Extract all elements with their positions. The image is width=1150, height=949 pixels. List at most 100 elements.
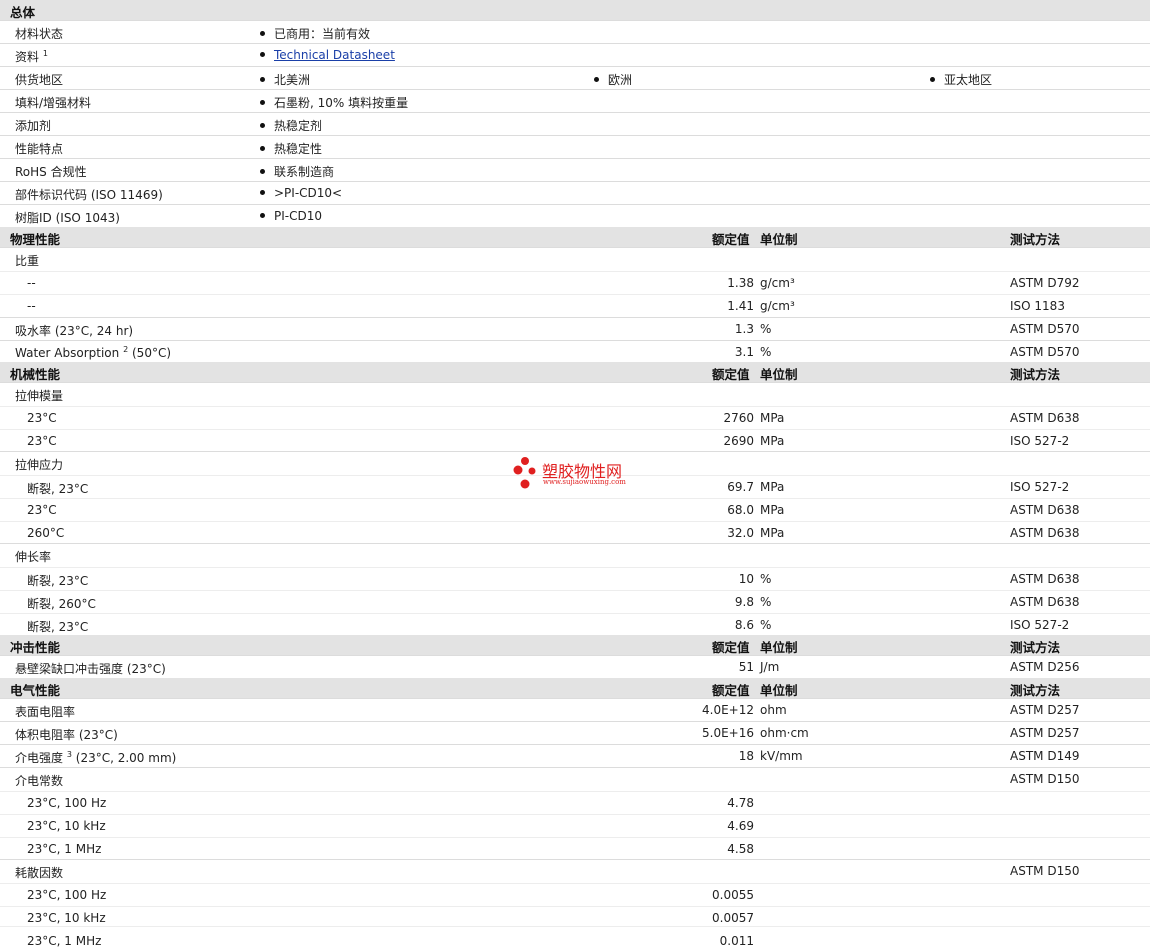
row-method: ASTM D638 [1010,503,1080,517]
row-label: 耗散因数 [15,866,64,880]
property-row: -- 1.38 g/cm³ ASTM D792 [0,271,1150,294]
row-value: 32.0 [727,526,754,540]
property-row: 耗散因数 ASTM D150 [0,859,1150,882]
row-unit: MPa [760,503,785,517]
property-row: 表面电阻率 4.0E+12 ohm ASTM D257 [0,698,1150,721]
bullet-icon [260,213,265,218]
row-label: 断裂, 23°C [27,574,89,588]
row-method: ASTM D256 [1010,660,1080,674]
row-label: 23°C, 10 kHz [27,911,106,925]
general-row: 供货地区 北美洲 欧洲 亚太地区 [0,66,1150,89]
row-value: 0.0057 [712,911,754,925]
general-row: 树脂ID (ISO 1043) PI-CD10 [0,204,1150,227]
general-row: RoHS 合规性 联系制造商 [0,158,1150,181]
bullet-icon [260,123,265,128]
section-header-impact: 冲击性能 额定值 单位制 测试方法 [0,635,1150,655]
row-label: 23°C, 1 MHz [27,934,102,948]
row-label: 拉伸模量 [15,389,64,403]
row-method: ASTM D638 [1010,526,1080,540]
property-row: 吸水率 (23°C, 24 hr) 1.3 % ASTM D570 [0,317,1150,340]
datasheet-link[interactable]: Technical Datasheet [260,48,395,62]
col-header-value: 额定值 [712,683,750,698]
row-value: 10 [738,572,754,586]
row-value: 1.41 [727,299,754,313]
row-unit: MPa [760,411,785,425]
col-header-unit: 单位制 [760,640,798,655]
row-label: 伸长率 [15,550,52,564]
row-method: ASTM D150 [1010,772,1080,786]
row-label: 性能特点 [15,142,64,156]
row-value: 0.011 [719,934,754,948]
property-row: 23°C, 1 MHz 4.58 [0,837,1150,860]
row-label: 介电强度 3 (23°C, 2.00 mm) [15,750,177,765]
row-value: 51 [738,660,754,674]
row-label: 悬壁梁缺口冲击强度 (23°C) [15,662,166,676]
property-row: 体积电阻率 (23°C) 5.0E+16 ohm·cm ASTM D257 [0,721,1150,744]
row-value: 4.69 [727,819,754,833]
row-label: RoHS 合规性 [15,165,87,179]
col-header-unit: 单位制 [760,683,798,698]
bullet-icon [260,31,265,36]
col-header-value: 额定值 [712,367,750,382]
bullet-icon [260,169,265,174]
row-method: ISO 1183 [1010,299,1065,313]
col-header-method: 测试方法 [1010,683,1061,698]
row-value: 2690 [723,434,754,448]
row-value: 8.6 [734,618,754,632]
property-row: 介电常数 ASTM D150 [0,767,1150,790]
row-value: >PI-CD10< [260,186,342,200]
row-unit: % [760,322,772,336]
property-row: 23°C 2690 MPa ISO 527-2 [0,429,1150,452]
row-value: 联系制造商 [260,163,334,180]
row-method: ASTM D257 [1010,726,1080,740]
row-unit: % [760,345,772,359]
row-label: -- [27,276,36,290]
row-value: 18 [738,749,754,763]
row-method: ASTM D638 [1010,411,1080,425]
section-title: 电气性能 [10,683,61,698]
row-unit: MPa [760,526,785,540]
row-label: 23°C, 1 MHz [27,842,102,856]
bullet-icon [260,146,265,151]
row-method: ASTM D149 [1010,749,1080,763]
region-north-america: 北美洲 [260,71,310,88]
row-unit: g/cm³ [760,299,795,313]
general-row: 材料状态 已商用：当前有效 [0,20,1150,43]
row-method: ISO 527-2 [1010,434,1070,448]
row-unit: % [760,618,772,632]
row-unit: kV/mm [760,749,803,763]
row-value: 0.0055 [712,888,754,902]
row-label: 填料/增强材料 [15,96,92,110]
row-label: 资料 1 [15,49,48,64]
row-label: 供货地区 [15,73,64,87]
row-value: 2760 [723,411,754,425]
row-method: ASTM D638 [1010,572,1080,586]
row-unit: % [760,595,772,609]
row-value: 热稳定性 [260,140,322,157]
bullet-icon [260,77,265,82]
row-label: 23°C, 100 Hz [27,888,107,902]
row-value: 4.58 [727,842,754,856]
property-row: 260°C 32.0 MPa ASTM D638 [0,521,1150,544]
row-method: ASTM D570 [1010,322,1080,336]
property-row: 23°C, 100 Hz 4.78 [0,791,1150,814]
col-header-method: 测试方法 [1010,640,1061,655]
property-row: -- 1.41 g/cm³ ISO 1183 [0,294,1150,317]
site-watermark: 塑胶物性网 www.sujiaowuxing.com [512,456,652,492]
row-label: 部件标识代码 (ISO 11469) [15,188,163,202]
section-title: 冲击性能 [10,640,61,655]
property-row: 23°C, 100 Hz 0.0055 [0,883,1150,906]
row-value: 69.7 [727,480,754,494]
row-value: 5.0E+16 [702,726,754,740]
row-value: 热稳定剂 [260,117,322,134]
col-header-value: 额定值 [712,640,750,655]
region-asia-pacific: 亚太地区 [930,71,992,88]
row-label: 断裂, 23°C [27,620,89,634]
bullet-icon [260,190,265,195]
row-unit: % [760,572,772,586]
col-header-unit: 单位制 [760,367,798,382]
region-europe: 欧洲 [594,71,632,88]
row-value: 4.0E+12 [702,703,754,717]
col-header-method: 测试方法 [1010,367,1061,382]
general-row: 资料 1 Technical Datasheet [0,43,1150,66]
